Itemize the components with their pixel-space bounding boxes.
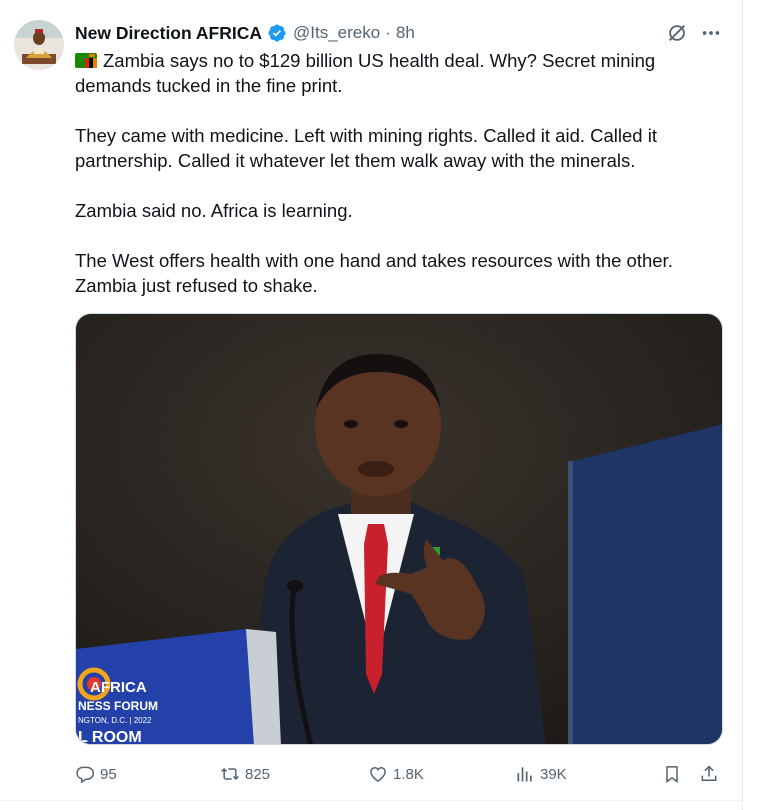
bookmark-icon — [666, 766, 678, 783]
verified-badge-icon[interactable] — [267, 23, 287, 43]
podium-text-line: NGTON, D.C. | 2022 — [78, 716, 152, 725]
podium-text-line: AFRICA — [90, 679, 147, 696]
post-action-bar: 95 825 1.8K 39K — [75, 760, 725, 788]
like-button[interactable]: 1.8K — [368, 760, 424, 788]
separator-dot: · — [385, 23, 391, 42]
author-handle[interactable]: @Its_ereko — [293, 23, 380, 43]
post-paragraph: Zambia says no to $129 billion US health… — [75, 48, 730, 98]
post-timestamp[interactable]: 8h — [396, 23, 415, 43]
podium-text-line: L ROOM — [78, 729, 142, 745]
views-count: 39K — [540, 765, 567, 783]
post-paragraph: The West offers health with one hand and… — [75, 250, 673, 296]
bookmark-button[interactable] — [662, 760, 682, 788]
like-count: 1.8K — [393, 765, 424, 783]
heart-icon — [370, 766, 386, 782]
zambia-flag-icon — [75, 53, 97, 68]
podium-text-line: NESS FORUM — [78, 699, 158, 713]
post-paragraph: Zambia said no. Africa is learning. — [75, 200, 353, 221]
post-text: Zambia says no to $129 billion US health… — [75, 48, 730, 298]
post-image[interactable]: AFRICA NESS FORUM NGTON, D.C. | 2022 L R… — [75, 313, 723, 745]
post-divider — [0, 800, 742, 801]
more-options-icon[interactable] — [698, 20, 724, 46]
reply-count: 95 — [100, 765, 117, 783]
repost-count: 825 — [245, 765, 271, 783]
author-avatar[interactable] — [14, 20, 64, 70]
reply-icon — [76, 766, 95, 784]
views-icon — [517, 767, 532, 782]
share-icon — [701, 765, 717, 781]
timeline-divider — [742, 0, 743, 810]
reply-button[interactable]: 95 — [75, 760, 117, 788]
views-button[interactable]: 39K — [515, 760, 567, 788]
repost-button[interactable]: 825 — [220, 760, 270, 788]
grok-icon[interactable] — [664, 20, 690, 46]
repost-icon — [221, 767, 239, 781]
author-display-name[interactable]: New Direction AFRICA — [75, 23, 262, 44]
share-button[interactable] — [699, 760, 719, 788]
post-header: New Direction AFRICA @Its_ereko · 8h — [75, 20, 415, 46]
post-paragraph-text: Zambia says no to $129 billion US health… — [75, 50, 656, 96]
post-paragraph: They came with medicine. Left with minin… — [75, 125, 657, 171]
